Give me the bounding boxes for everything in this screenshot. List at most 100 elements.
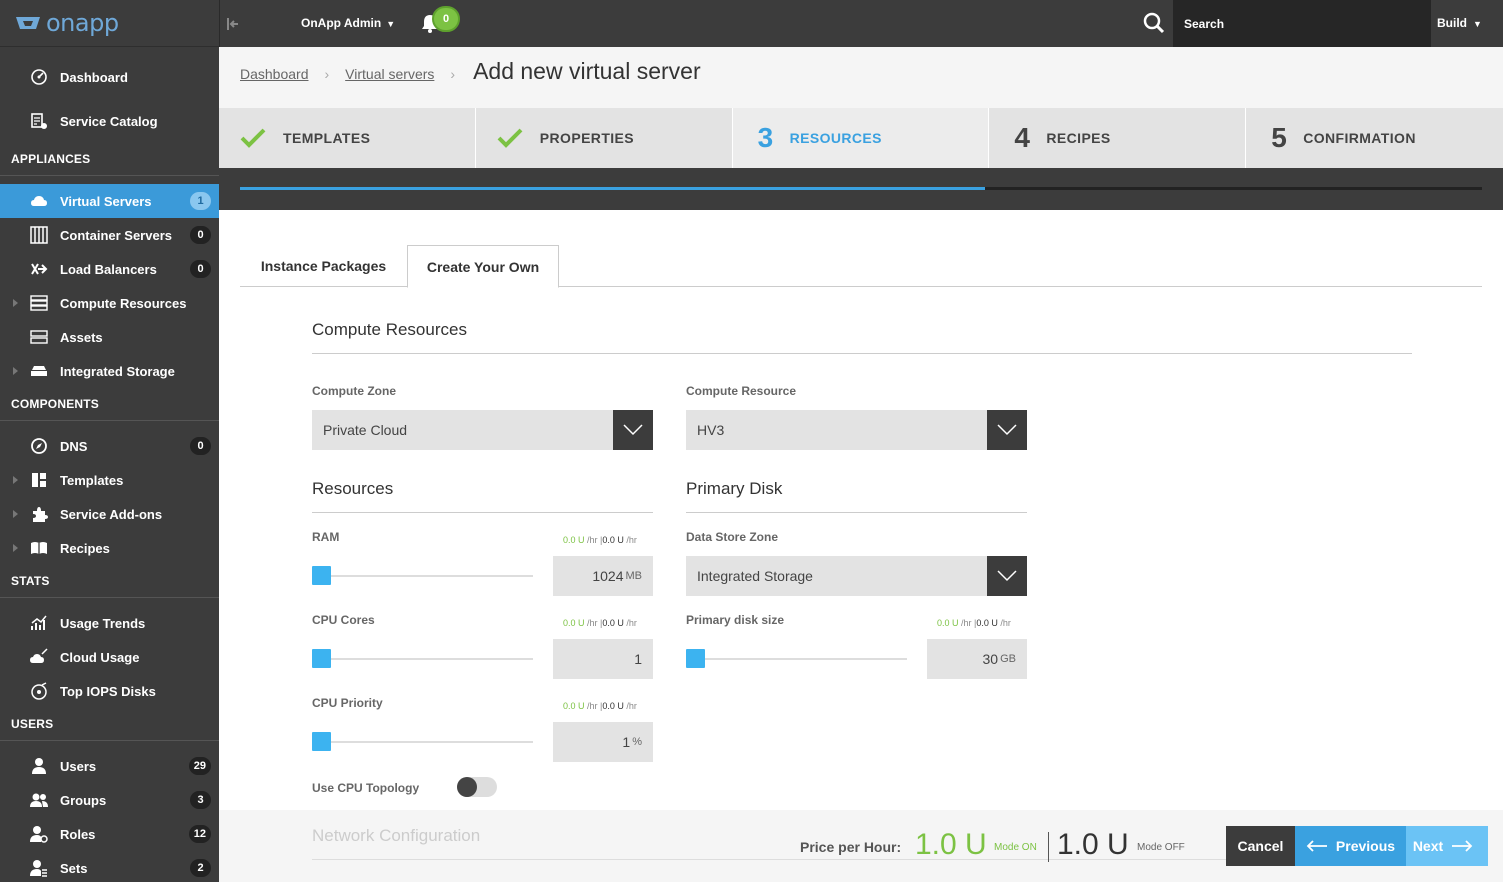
sidebar-item-container-servers[interactable]: Container Servers 0 — [0, 218, 219, 252]
sidebar-item-label: Compute Resources — [60, 295, 187, 311]
cpu-cores-value-input[interactable]: 1 — [553, 639, 653, 679]
package-tabs: Instance Packages Create Your Own — [240, 245, 1482, 288]
storage-icon — [30, 362, 48, 380]
step-properties[interactable]: PROPERTIES — [476, 108, 733, 168]
sidebar-item-service-addons[interactable]: Service Add-ons — [0, 497, 219, 531]
build-menu[interactable]: Build ▼ — [1437, 16, 1482, 30]
sidebar-item-top-iops-disks[interactable]: Top IOPS Disks — [0, 674, 219, 708]
progress-track — [240, 187, 1482, 190]
count-badge: 2 — [190, 859, 211, 877]
logo[interactable]: onapp — [0, 0, 219, 47]
sidebar-item-roles[interactable]: Roles 12 — [0, 817, 219, 851]
expand-caret-icon[interactable] — [13, 476, 18, 484]
step-recipes[interactable]: 4 RECIPES — [989, 108, 1247, 168]
sidebar-item-sets[interactable]: Sets 2 — [0, 851, 219, 882]
sidebar-item-label: Assets — [60, 329, 103, 345]
check-icon — [497, 128, 523, 148]
sidebar-item-load-balancers[interactable]: Load Balancers 0 — [0, 252, 219, 286]
cpu-priority-slider-handle[interactable] — [312, 732, 331, 751]
roles-icon — [30, 825, 48, 843]
chevron-down-icon[interactable] — [987, 410, 1027, 450]
ram-slider-handle[interactable] — [312, 566, 331, 585]
divider — [312, 353, 1412, 354]
step-resources[interactable]: 3 RESOURCES — [732, 108, 990, 168]
search-icon[interactable] — [1143, 12, 1165, 34]
sidebar-item-label: Load Balancers — [60, 261, 157, 277]
cpu-cores-slider-track[interactable] — [312, 658, 533, 660]
ram-slider-track[interactable] — [312, 575, 533, 577]
logo-text: onapp — [46, 9, 119, 37]
compute-resource-select[interactable]: HV3 — [686, 410, 1027, 450]
cpu-topology-toggle[interactable] — [457, 777, 497, 797]
chevron-down-icon: ▼ — [1473, 19, 1482, 29]
sidebar-item-recipes[interactable]: Recipes — [0, 531, 219, 565]
data-store-zone-select[interactable]: Integrated Storage — [686, 556, 1027, 596]
per-hour: /hr — [587, 701, 598, 711]
expand-caret-icon[interactable] — [13, 544, 18, 552]
sidebar-item-label: Templates — [60, 472, 124, 488]
breadcrumb-dashboard[interactable]: Dashboard — [240, 66, 309, 82]
chevron-down-icon[interactable] — [987, 556, 1027, 596]
resources-title: Resources — [312, 479, 394, 498]
compute-resource-label: Compute Resource — [686, 384, 797, 398]
disk-size-slider-handle[interactable] — [686, 649, 705, 668]
search-input[interactable]: Search — [1173, 0, 1431, 47]
expand-caret-icon[interactable] — [13, 367, 18, 375]
sidebar-item-usage-trends[interactable]: Usage Trends — [0, 606, 219, 640]
sidebar-item-groups[interactable]: Groups 3 — [0, 783, 219, 817]
sidebar-item-cloud-usage[interactable]: Cloud Usage — [0, 640, 219, 674]
disk-size-slider-track[interactable] — [686, 658, 907, 660]
check-icon — [240, 128, 266, 148]
disk-size-value-input[interactable]: 30 GB — [927, 639, 1027, 679]
step-label: TEMPLATES — [283, 130, 371, 146]
sidebar-item-service-catalog[interactable]: Service Catalog — [0, 99, 219, 143]
collapse-sidebar-button[interactable] — [219, 0, 245, 47]
sidebar-item-assets[interactable]: Assets — [0, 320, 219, 354]
count-badge: 0 — [190, 437, 211, 455]
sidebar-item-compute-resources[interactable]: Compute Resources — [0, 286, 219, 320]
mode-on-label: Mode ON — [994, 842, 1037, 853]
cloud-icon — [30, 192, 48, 210]
iops-icon — [30, 682, 48, 700]
sidebar-item-label: DNS — [60, 438, 88, 454]
cpu-cores-slider-handle[interactable] — [312, 649, 331, 668]
cpu-cores-label: CPU Cores — [312, 613, 375, 627]
tab-instance-packages[interactable]: Instance Packages — [240, 245, 407, 287]
step-confirmation[interactable]: 5 CONFIRMATION — [1246, 108, 1503, 168]
count-badge: 1 — [190, 192, 211, 210]
sidebar-item-virtual-servers[interactable]: Virtual Servers 1 — [0, 184, 219, 218]
onapp-logo-icon — [16, 17, 40, 29]
sidebar-item-templates[interactable]: Templates — [0, 463, 219, 497]
sidebar-item-label: Roles — [60, 826, 96, 842]
ram-value-input[interactable]: 1024 MB — [553, 556, 653, 596]
chevron-down-icon[interactable] — [613, 410, 653, 450]
disk-size-value: 30 — [982, 651, 999, 667]
previous-button[interactable]: Previous — [1295, 826, 1406, 866]
price-on: 0.0 U — [937, 618, 959, 628]
sidebar-item-dns[interactable]: DNS 0 — [0, 429, 219, 463]
per-hour: /hr — [1000, 618, 1011, 628]
sidebar-item-integrated-storage[interactable]: Integrated Storage — [0, 354, 219, 388]
compute-zone-select[interactable]: Private Cloud — [312, 410, 653, 450]
breadcrumb-separator-icon: › — [324, 65, 330, 82]
next-button[interactable]: Next — [1406, 826, 1488, 866]
mode-off-label: Mode OFF — [1137, 842, 1185, 853]
step-templates[interactable]: TEMPLATES — [219, 108, 476, 168]
count-badge: 12 — [188, 825, 211, 843]
price-off: 0.0 U — [602, 701, 624, 711]
expand-caret-icon[interactable] — [13, 299, 18, 307]
price-per-hour-label: Price per Hour: — [800, 839, 902, 855]
sidebar-item-dashboard[interactable]: Dashboard — [0, 55, 219, 99]
compute-zone-value: Private Cloud — [323, 422, 408, 438]
user-menu[interactable]: OnApp Admin ▼ — [301, 16, 395, 30]
expand-caret-icon[interactable] — [13, 510, 18, 518]
step-label: PROPERTIES — [539, 130, 635, 146]
sidebar-item-label: Recipes — [60, 540, 110, 556]
cancel-button[interactable]: Cancel — [1226, 826, 1295, 866]
cpu-priority-value-input[interactable]: 1% — [553, 722, 653, 762]
sidebar-item-label: Service Add-ons — [60, 506, 163, 522]
cpu-priority-slider-track[interactable] — [312, 741, 533, 743]
tab-create-your-own[interactable]: Create Your Own — [407, 245, 559, 288]
sidebar-item-users[interactable]: Users 29 — [0, 749, 219, 783]
breadcrumb-virtual-servers[interactable]: Virtual servers — [345, 66, 434, 82]
